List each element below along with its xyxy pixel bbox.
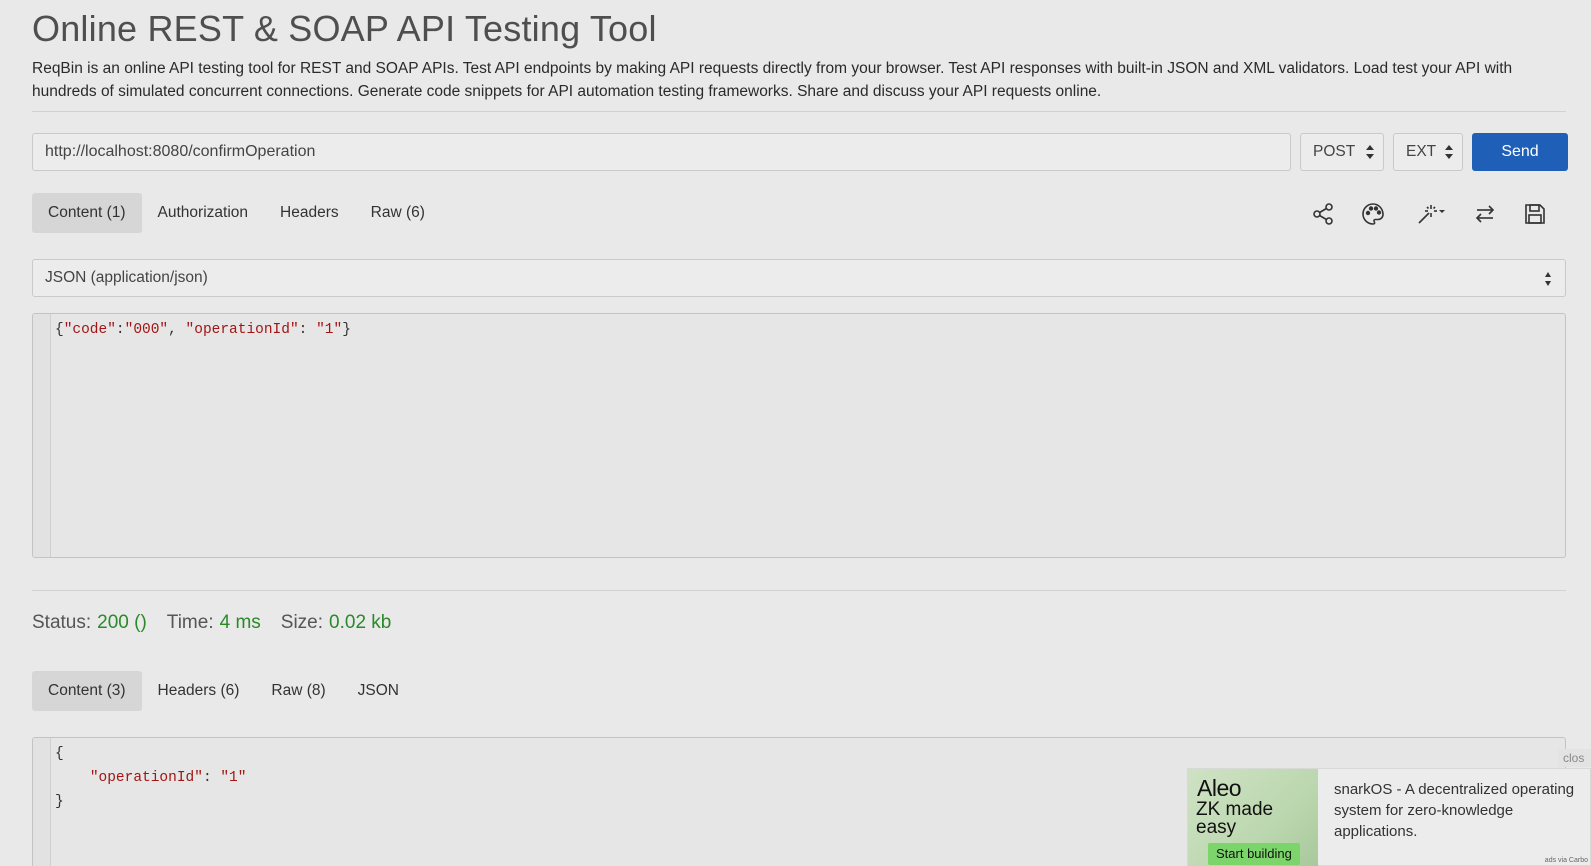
code-token: }: [55, 794, 64, 810]
tab-raw[interactable]: Raw (6): [355, 193, 441, 233]
magic-wand-icon[interactable]: [1411, 198, 1451, 230]
status-value: 200 (): [97, 612, 147, 633]
time-field: Time: 4 ms: [167, 612, 261, 634]
ad-tagline: ZK made easy: [1196, 799, 1274, 838]
request-tabs: Content (1) Authorization Headers Raw (6…: [32, 193, 441, 233]
code-token: "operationId": [185, 322, 299, 338]
tab-response-json[interactable]: JSON: [342, 671, 415, 711]
size-field: Size: 0.02 kb: [281, 612, 392, 634]
code-token: {: [55, 322, 64, 338]
content-type-value: JSON (application/json): [45, 269, 208, 286]
ad-via-link[interactable]: ads via Carbo: [1545, 857, 1588, 864]
request-body-code: {"code":"000", "operationId": "1"}: [55, 318, 351, 342]
url-input[interactable]: http://localhost:8080/confirmOperation: [32, 133, 1291, 171]
page-description: ReqBin is an online API testing tool for…: [32, 60, 1513, 100]
code-token: "1": [316, 322, 343, 338]
select-arrows-icon: [1445, 145, 1453, 159]
ad-text[interactable]: snarkOS - A decentralized operating syst…: [1334, 779, 1590, 842]
palette-icon[interactable]: [1357, 198, 1389, 230]
time-label: Time:: [166, 612, 214, 633]
ad-logo: Aleo: [1197, 775, 1242, 801]
status-field: Status: 200 (): [32, 612, 147, 634]
status-label: Status:: [32, 612, 92, 633]
ad-cta-button[interactable]: Start building: [1208, 843, 1300, 865]
tab-headers[interactable]: Headers: [264, 193, 355, 233]
share-icon[interactable]: [1307, 198, 1339, 230]
code-token: "operationId": [89, 770, 203, 786]
carbon-ad[interactable]: Aleo ZK made easy Start building snarkOS…: [1187, 768, 1591, 866]
request-toolbar: [1307, 198, 1551, 230]
send-button[interactable]: Send: [1472, 133, 1568, 171]
tab-response-content[interactable]: Content (3): [32, 671, 142, 711]
save-icon[interactable]: [1519, 198, 1551, 230]
size-label: Size:: [280, 612, 324, 633]
ext-value: EXT: [1406, 143, 1437, 160]
response-tabs: Content (3) Headers (6) Raw (8) JSON: [32, 671, 415, 711]
select-arrows-icon: [1545, 272, 1553, 286]
tab-authorization[interactable]: Authorization: [142, 193, 264, 233]
divider: [32, 111, 1566, 112]
code-token: ,: [168, 322, 186, 338]
tab-response-headers[interactable]: Headers (6): [142, 671, 256, 711]
request-body-editor[interactable]: {"code":"000", "operationId": "1"}: [32, 313, 1566, 558]
method-value: POST: [1313, 143, 1356, 160]
ext-select[interactable]: EXT: [1393, 133, 1463, 171]
content-type-select[interactable]: JSON (application/json): [32, 259, 1566, 297]
code-token: "1": [220, 770, 247, 786]
page-title: Online REST & SOAP API Testing Tool: [32, 8, 657, 49]
code-token: :: [202, 770, 221, 786]
size-value: 0.02 kb: [329, 612, 392, 633]
response-body-code: { "operationId": "1" }: [55, 742, 246, 814]
code-token: :: [298, 322, 317, 338]
code-token: :: [115, 322, 125, 338]
request-bar: http://localhost:8080/confirmOperation P…: [32, 133, 1568, 171]
divider: [32, 590, 1566, 591]
ad-image[interactable]: Aleo ZK made easy Start building: [1188, 769, 1318, 866]
select-arrows-icon: [1366, 145, 1374, 159]
tab-content[interactable]: Content (1): [32, 193, 142, 233]
response-status-bar: Status: 200 () Time: 4 ms Size: 0.02 kb: [32, 612, 391, 634]
editor-gutter: [33, 314, 51, 557]
code-token: "code": [63, 322, 116, 338]
ad-close-button[interactable]: clos: [1558, 749, 1591, 767]
method-select[interactable]: POST: [1300, 133, 1384, 171]
tab-response-raw[interactable]: Raw (8): [255, 671, 341, 711]
code-token: }: [342, 322, 351, 338]
swap-icon[interactable]: [1469, 198, 1501, 230]
editor-gutter: [33, 738, 51, 866]
code-token: {: [55, 746, 64, 762]
code-token: "000": [124, 322, 169, 338]
time-value: 4 ms: [219, 612, 261, 633]
